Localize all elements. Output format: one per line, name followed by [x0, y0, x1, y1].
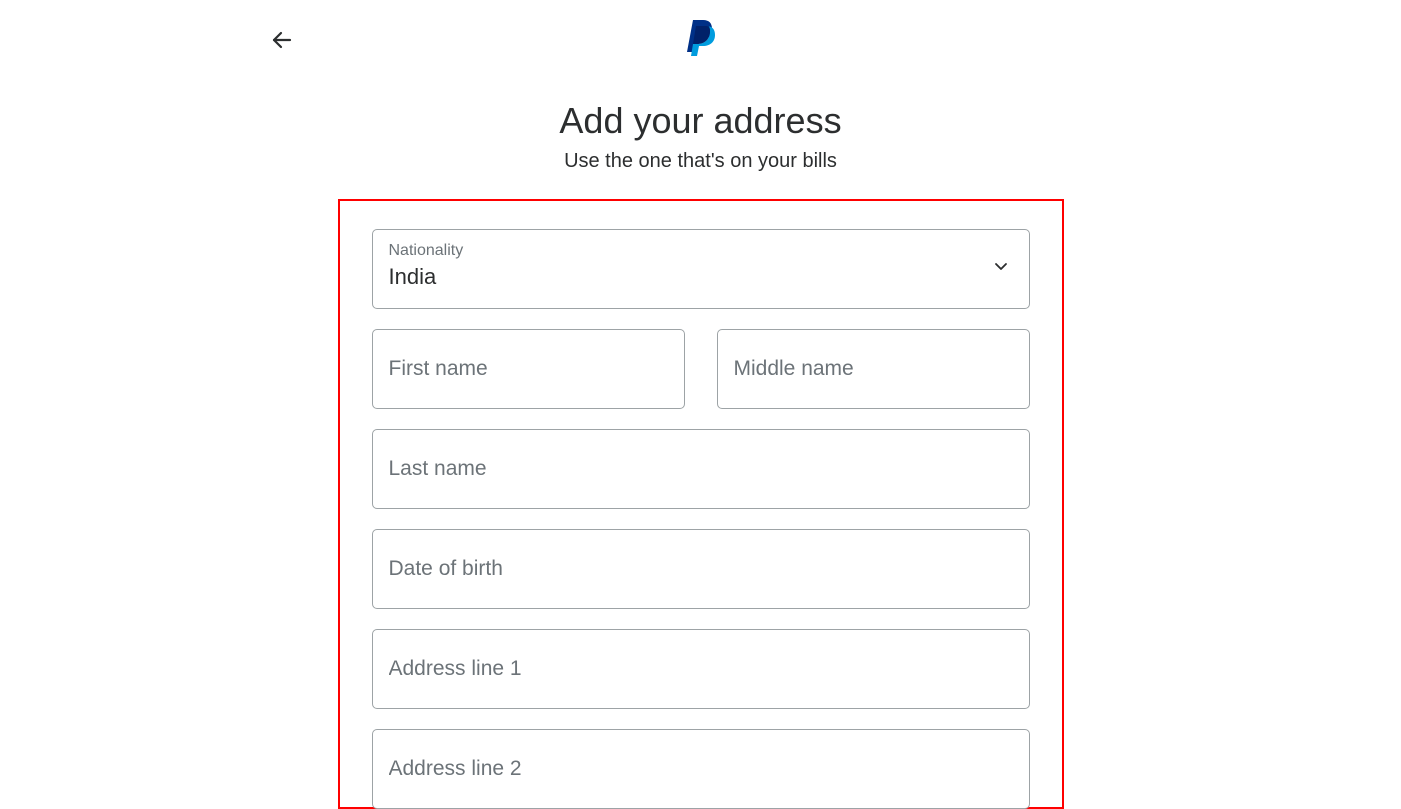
address-line-1-input[interactable] — [373, 630, 1029, 708]
nationality-value: India — [389, 264, 437, 289]
address-line-1-field-wrapper — [372, 629, 1030, 709]
last-name-input[interactable] — [373, 430, 1029, 508]
date-of-birth-field-wrapper — [372, 529, 1030, 609]
paypal-logo — [685, 18, 717, 56]
chevron-down-icon — [991, 257, 1011, 282]
middle-name-input[interactable] — [718, 330, 1029, 408]
last-name-field-wrapper — [372, 429, 1030, 509]
nationality-label: Nationality — [389, 242, 1013, 260]
address-line-2-input[interactable] — [373, 730, 1029, 808]
nationality-select[interactable]: Nationality India — [372, 229, 1030, 309]
address-form: Nationality India — [338, 199, 1064, 809]
back-button[interactable] — [268, 26, 296, 54]
address-line-2-field-wrapper — [372, 729, 1030, 809]
arrow-left-icon — [270, 28, 294, 52]
page-subtitle: Use the one that's on your bills — [0, 150, 1401, 173]
first-name-input[interactable] — [373, 330, 684, 408]
first-name-field-wrapper — [372, 329, 685, 409]
date-of-birth-input[interactable] — [373, 530, 1029, 608]
page-title: Add your address — [0, 100, 1401, 142]
middle-name-field-wrapper — [717, 329, 1030, 409]
